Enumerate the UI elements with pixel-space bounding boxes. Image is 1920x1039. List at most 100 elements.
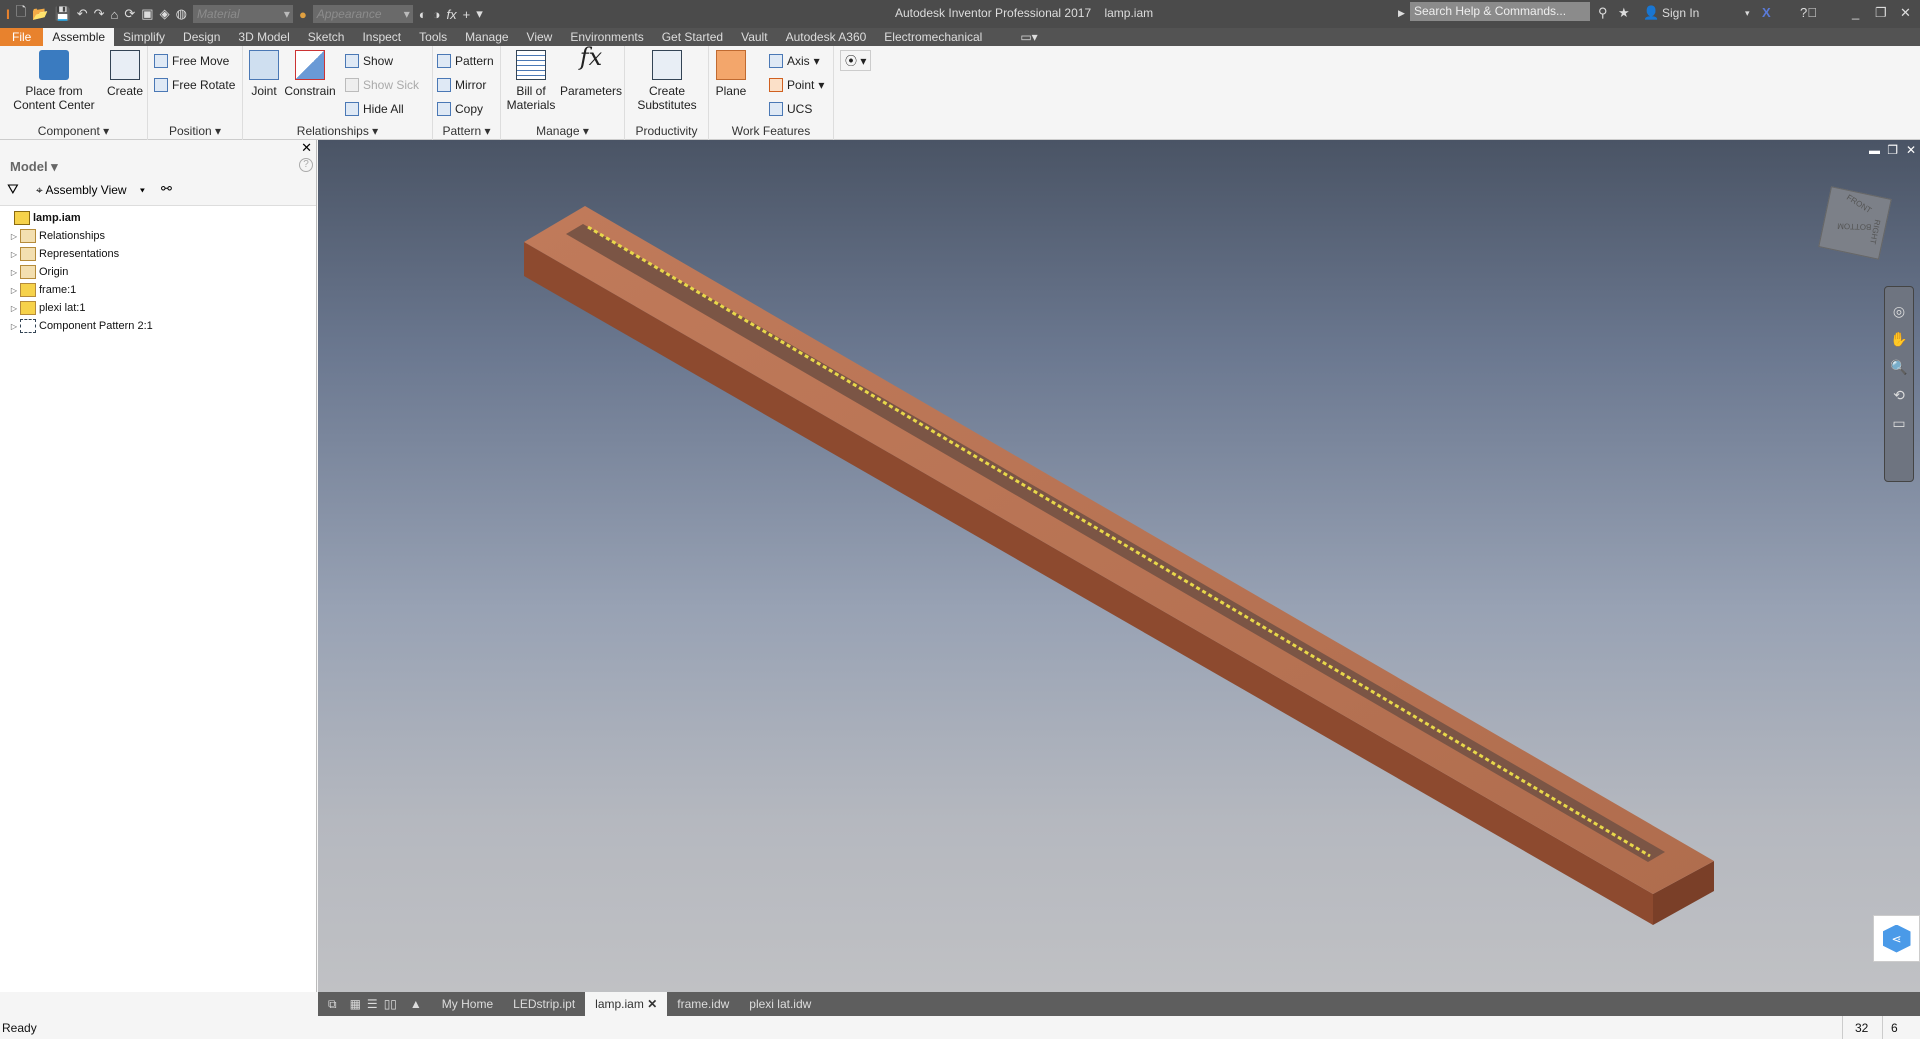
viewport-restore-icon[interactable]: ❐: [1887, 143, 1898, 157]
orbit-icon[interactable]: ⟲: [1885, 381, 1913, 409]
tab-sketch[interactable]: Sketch: [299, 28, 354, 46]
appearance-combo[interactable]: Appearance: [312, 5, 413, 23]
tile-icon[interactable]: ▦: [347, 992, 364, 1016]
doc-tab-plexi-lat-idw[interactable]: plexi lat.idw: [739, 992, 821, 1016]
look-at-icon[interactable]: ▭: [1885, 409, 1913, 437]
tab-view[interactable]: View: [518, 28, 562, 46]
search-help-input[interactable]: Search Help & Commands...: [1410, 2, 1590, 21]
show-sick-button[interactable]: Show Sick: [345, 78, 419, 92]
sign-in-button[interactable]: Sign In: [1662, 6, 1699, 20]
doc-tab-ledstrip[interactable]: LEDstrip.ipt: [503, 992, 585, 1016]
steering-wheel-icon[interactable]: ◎: [1885, 297, 1913, 325]
help-circle-icon[interactable]: ?: [299, 158, 313, 172]
joint-button[interactable]: Joint: [247, 46, 281, 98]
ucs-button[interactable]: UCS: [769, 102, 812, 116]
parameters-button[interactable]: fx Parameters: [559, 45, 623, 98]
mirror-button[interactable]: Mirror: [437, 78, 486, 92]
viewcube[interactable]: FRONT BOTTOM RIGHT: [1818, 186, 1892, 260]
zoom-icon[interactable]: 🔍: [1885, 353, 1913, 381]
doc-tab-frame-idw[interactable]: frame.idw: [667, 992, 739, 1016]
tab-get-started[interactable]: Get Started: [653, 28, 732, 46]
tab-tools[interactable]: Tools: [410, 28, 456, 46]
share-view-button[interactable]: ⋖: [1873, 915, 1920, 962]
close-tab-icon[interactable]: ✕: [647, 997, 657, 1011]
redo-icon[interactable]: ↷: [94, 6, 105, 22]
manage-group-label[interactable]: Manage ▾: [501, 124, 624, 138]
expand-icon[interactable]: ▷: [8, 250, 20, 259]
binoculars-find-icon[interactable]: ⚯: [161, 181, 172, 197]
doc-tab-my-home[interactable]: My Home: [432, 992, 503, 1016]
tab-manage[interactable]: Manage: [456, 28, 517, 46]
hide-all-button[interactable]: Hide All: [345, 102, 404, 116]
tab-vault[interactable]: Vault: [732, 28, 776, 46]
position-group-label[interactable]: Position ▾: [148, 124, 242, 138]
tree-item-frame[interactable]: ▷ frame:1: [0, 281, 316, 299]
inventor-logo[interactable]: I: [6, 6, 10, 22]
tab-3d-model[interactable]: 3D Model: [229, 28, 298, 46]
point-button[interactable]: Point ▾: [769, 78, 824, 92]
tree-root[interactable]: lamp.iam: [0, 209, 316, 227]
cascade-icon[interactable]: ⧉: [318, 992, 347, 1016]
adjust-appearance-icon[interactable]: ◐: [419, 7, 427, 22]
expand-icon[interactable]: ▷: [8, 322, 20, 331]
clear-appearance-icon[interactable]: ◑: [433, 7, 441, 22]
free-move-button[interactable]: Free Move: [154, 54, 229, 68]
open-documents-icon[interactable]: ▲: [400, 992, 432, 1016]
bill-of-materials-button[interactable]: Bill of Materials: [503, 46, 559, 112]
vertical-tile-icon[interactable]: ▯▯: [381, 992, 400, 1016]
tab-electromechanical[interactable]: Electromechanical: [875, 28, 991, 46]
viewport-minimize-icon[interactable]: ▬: [1869, 145, 1880, 157]
tree-item-plexi-lat[interactable]: ▷ plexi lat:1: [0, 299, 316, 317]
open-icon[interactable]: 📂: [32, 6, 48, 22]
filter-icon[interactable]: ⛛: [7, 181, 19, 198]
assembly-view-dropdown[interactable]: ⌖ Assembly View ▾: [36, 183, 145, 198]
close-button[interactable]: ✕: [1900, 5, 1911, 21]
tree-item-representations[interactable]: ▷ Representations: [0, 245, 316, 263]
appearance-icon[interactable]: ●: [299, 7, 307, 22]
home-icon[interactable]: ⌂: [111, 7, 119, 22]
navigation-bar[interactable]: ◎ ✋ 🔍 ⟲ ▭: [1884, 286, 1914, 482]
new-icon[interactable]: 🗋: [16, 3, 26, 25]
tree-item-component-pattern[interactable]: ▷ Component Pattern 2:1: [0, 317, 316, 335]
tree-item-relationships[interactable]: ▷ Relationships: [0, 227, 316, 245]
doc-tab-lamp[interactable]: lamp.iam ✕: [585, 992, 668, 1016]
add-icon[interactable]: +: [463, 7, 471, 22]
viewport-close-icon[interactable]: ✕: [1906, 143, 1916, 157]
copy-button[interactable]: Copy: [437, 102, 483, 116]
constrain-button[interactable]: Constrain: [283, 46, 337, 98]
help-icon[interactable]: ?⃝: [1800, 5, 1817, 20]
show-button[interactable]: Show: [345, 54, 393, 68]
undo-icon[interactable]: ↶: [77, 6, 88, 22]
create-component-button[interactable]: Create: [106, 46, 144, 98]
tab-autodesk-a360[interactable]: Autodesk A360: [777, 28, 876, 46]
tab-file[interactable]: File: [0, 28, 44, 46]
free-rotate-button[interactable]: Free Rotate: [154, 78, 235, 92]
horizontal-tile-icon[interactable]: ☰: [364, 992, 381, 1016]
expand-icon[interactable]: ▷: [8, 304, 20, 313]
3d-viewport[interactable]: ▬ ❐ ✕ FRONT BOTTOM RIGHT ◎ ✋ 🔍 ⟲ ▭ ⋖: [318, 140, 1920, 992]
customize-qat-icon[interactable]: ▾: [476, 6, 483, 22]
pattern-group-label[interactable]: Pattern ▾: [433, 124, 500, 138]
sign-in-dropdown-icon[interactable]: ▾: [1745, 8, 1750, 19]
relationships-group-label[interactable]: Relationships ▾: [243, 124, 432, 138]
expand-icon[interactable]: ▷: [8, 268, 20, 277]
tab-environments[interactable]: Environments: [561, 28, 652, 46]
parameters-fx-icon[interactable]: fx: [447, 7, 457, 22]
tab-simplify[interactable]: Simplify: [114, 28, 174, 46]
save-icon[interactable]: 💾: [55, 6, 71, 22]
axis-button[interactable]: Axis ▾: [769, 54, 820, 68]
expand-icon[interactable]: ▷: [8, 232, 20, 241]
update-icon[interactable]: ⟳: [124, 6, 135, 22]
tab-design[interactable]: Design: [174, 28, 229, 46]
tab-assemble[interactable]: Assemble: [43, 28, 115, 46]
material-combo[interactable]: Material: [192, 5, 293, 23]
favorites-star-icon[interactable]: ★: [1618, 5, 1630, 21]
expand-icon[interactable]: ▷: [8, 286, 20, 295]
measure-icon[interactable]: ◈: [160, 6, 170, 22]
pattern-button[interactable]: Pattern: [437, 54, 494, 68]
tab-inspect[interactable]: Inspect: [353, 28, 410, 46]
pan-hand-icon[interactable]: ✋: [1885, 325, 1913, 353]
plane-button[interactable]: Plane: [713, 46, 749, 98]
create-substitutes-button[interactable]: Create Substitutes: [629, 46, 705, 112]
expand-icon[interactable]: ▶: [1398, 8, 1405, 19]
